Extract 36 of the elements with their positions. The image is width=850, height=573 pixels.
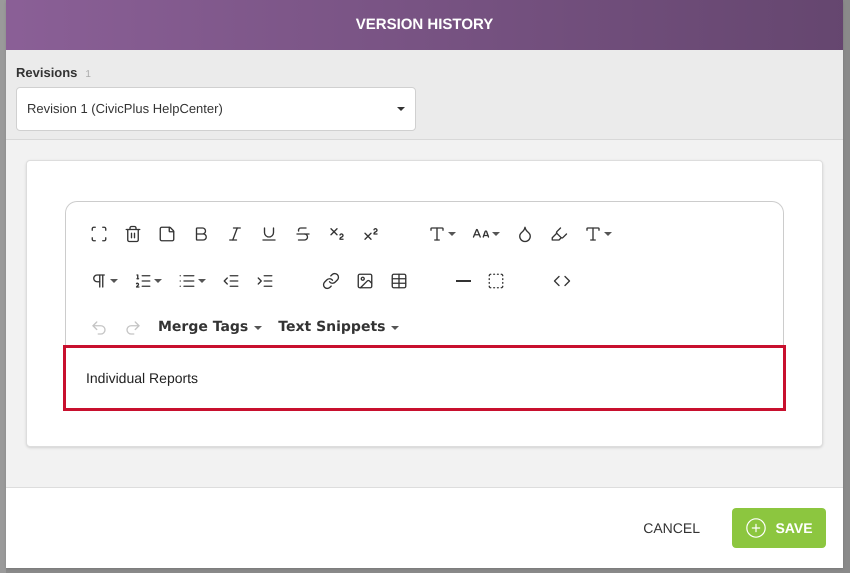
text-color-icon [516,224,534,242]
caret-icon [198,278,206,282]
revision-select[interactable]: Revision 1 (CivicPlus HelpCenter) [16,86,416,130]
link-icon [322,272,340,290]
fullscreen-icon [90,224,108,242]
caret-icon [110,278,118,282]
dropdown-menu[interactable]: Merge Tags [150,317,270,338]
caret-icon [604,232,612,236]
highlighter-icon [550,224,568,242]
image-icon [356,272,374,290]
underline-icon [260,224,278,242]
font-icon [428,224,446,242]
field-label: Revisions [16,64,78,82]
caret-icon [154,278,162,282]
strikethrough-icon [294,224,312,242]
caret-icon [492,232,500,236]
text-style-icon [584,224,602,242]
caret-icon [254,326,262,330]
caret-icon [448,232,456,236]
ordered-list-icon [134,272,152,290]
dropdown-menu[interactable]: Text Snippets [270,317,408,338]
cancel-button[interactable]: CANCEL [635,510,708,546]
trash-icon [124,224,142,242]
caret-icon [397,106,405,110]
italic-icon [226,224,244,242]
editor-area[interactable]: Individual Reports [63,345,786,411]
paragraph-icon [90,272,108,290]
select-all-icon [487,272,505,290]
note-icon [158,224,176,242]
table-icon [390,272,408,290]
window-title: VERSION HISTORY [356,14,494,35]
plus-icon [745,517,768,539]
caret-icon [391,326,400,330]
editor-text: Individual Reports [86,368,198,388]
horizontal-line-icon [456,280,471,282]
revision-count: 1 [85,68,91,82]
